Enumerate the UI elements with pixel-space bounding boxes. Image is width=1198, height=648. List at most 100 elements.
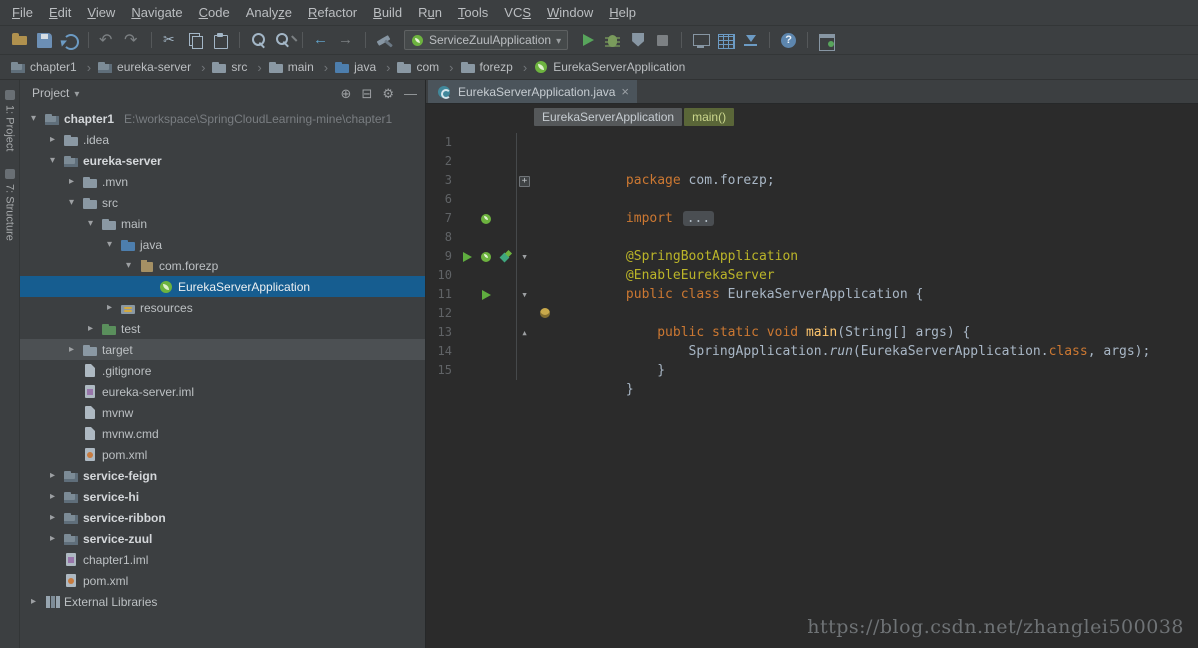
tool-button-project[interactable]: 1: Project — [4, 90, 16, 151]
menu-help[interactable]: Help — [601, 1, 644, 24]
path-src[interactable]: src — [211, 60, 267, 75]
code-area[interactable]: 1 package com.forezp; 2 — [426, 130, 1198, 648]
run-configuration-select[interactable]: ServiceZuulApplication — [404, 30, 568, 50]
tree-item-chapter1[interactable]: chapter1 E:\workspace\SpringCloudLearnin… — [20, 108, 425, 129]
path-com[interactable]: com — [396, 60, 459, 75]
line-number[interactable]: 13 — [426, 323, 456, 342]
project-structure-icon[interactable] — [815, 29, 838, 52]
hide-panel-icon[interactable]: — — [404, 87, 417, 100]
tree-item-com-forezp[interactable]: com.forezp — [20, 255, 425, 276]
menu-vcs[interactable]: VCS — [496, 1, 539, 24]
chevron-icon[interactable] — [65, 197, 78, 208]
chevron-icon[interactable] — [46, 491, 59, 502]
tree-item-eureka-server-iml[interactable]: eureka-server.iml — [20, 381, 425, 402]
line-number[interactable]: 8 — [426, 228, 456, 247]
menu-window[interactable]: Window — [539, 1, 601, 24]
chevron-icon[interactable] — [65, 344, 78, 355]
fold-marker[interactable] — [516, 361, 532, 380]
chevron-icon[interactable] — [65, 176, 78, 187]
path-forezp[interactable]: forezp — [460, 60, 534, 75]
tree-item-java[interactable]: java — [20, 234, 425, 255]
menu-code[interactable]: Code — [191, 1, 238, 24]
menu-tools[interactable]: Tools — [450, 1, 496, 24]
fold-marker[interactable] — [516, 304, 532, 323]
path-eureka-server-application[interactable]: EurekaServerApplication — [533, 60, 689, 74]
view-grid-icon[interactable] — [714, 29, 737, 52]
run-icon[interactable] — [461, 251, 473, 263]
tree-item-eureka-server-application[interactable]: EurekaServerApplication — [20, 276, 425, 297]
line-number[interactable]: 2 — [426, 152, 456, 171]
forward-icon[interactable] — [335, 29, 358, 52]
chevron-icon[interactable] — [103, 302, 116, 313]
run-with-coverage-icon[interactable] — [626, 29, 649, 52]
close-tab-icon[interactable] — [621, 85, 629, 98]
tree-item-external-libraries[interactable]: External Libraries — [20, 591, 425, 612]
line-number[interactable]: 11 — [426, 285, 456, 304]
back-icon[interactable] — [310, 29, 333, 52]
tree-item-gitignore[interactable]: .gitignore — [20, 360, 425, 381]
fold-marker[interactable] — [516, 190, 532, 209]
line-number[interactable]: 15 — [426, 361, 456, 380]
tree-item-root-pom-xml[interactable]: pom.xml — [20, 570, 425, 591]
tree-item-idea[interactable]: .idea — [20, 129, 425, 150]
line-number[interactable]: 6 — [426, 190, 456, 209]
find-icon[interactable] — [247, 29, 270, 52]
tree-item-target[interactable]: target — [20, 339, 425, 360]
tree-item-eureka-server[interactable]: eureka-server — [20, 150, 425, 171]
menu-run[interactable]: Run — [410, 1, 450, 24]
tree-item-service-ribbon[interactable]: service-ribbon — [20, 507, 425, 528]
chevron-icon[interactable] — [84, 323, 97, 334]
chevron-icon[interactable] — [27, 596, 40, 607]
menu-analyze[interactable]: Analyze — [238, 1, 300, 24]
spring-icon[interactable] — [480, 251, 492, 263]
fold-marker[interactable] — [516, 133, 532, 152]
debug-icon[interactable] — [601, 29, 624, 52]
paste-icon[interactable] — [209, 29, 232, 52]
line-number[interactable]: 7 — [426, 209, 456, 228]
restore-layout-icon[interactable] — [689, 29, 712, 52]
line-number[interactable]: 10 — [426, 266, 456, 285]
fold-marker[interactable] — [516, 323, 532, 342]
synchronize-icon[interactable] — [58, 29, 81, 52]
line-number[interactable]: 12 — [426, 304, 456, 323]
breadcrumb-class-chip[interactable]: EurekaServerApplication — [534, 108, 682, 126]
save-all-icon[interactable] — [33, 29, 56, 52]
chevron-icon[interactable] — [46, 155, 59, 166]
menu-refactor[interactable]: Refactor — [300, 1, 365, 24]
menu-navigate[interactable]: Navigate — [123, 1, 190, 24]
tree-item-mvn[interactable]: .mvn — [20, 171, 425, 192]
chevron-icon[interactable] — [27, 113, 40, 124]
fold-marker[interactable] — [516, 247, 532, 266]
tree-item-src[interactable]: src — [20, 192, 425, 213]
breadcrumb-method-chip[interactable]: main() — [684, 108, 734, 126]
fold-marker[interactable] — [516, 342, 532, 361]
menu-file[interactable]: File — [4, 1, 41, 24]
redo-icon[interactable] — [121, 29, 144, 52]
line-number[interactable]: 9 — [426, 247, 456, 266]
open-project-icon[interactable] — [8, 29, 31, 52]
replace-icon[interactable] — [272, 29, 295, 52]
fold-marker[interactable] — [516, 228, 532, 247]
tree-item-service-feign[interactable]: service-feign — [20, 465, 425, 486]
boot-icon[interactable] — [499, 251, 511, 263]
path-main[interactable]: main — [268, 60, 334, 75]
tree-item-chapter1-iml[interactable]: chapter1.iml — [20, 549, 425, 570]
tree-item-pom-xml[interactable]: pom.xml — [20, 444, 425, 465]
build-project-icon[interactable] — [373, 29, 396, 52]
path-java[interactable]: java — [334, 60, 396, 75]
path-eureka-server[interactable]: eureka-server — [97, 60, 211, 75]
menu-edit[interactable]: Edit — [41, 1, 79, 24]
help-icon[interactable] — [777, 29, 800, 52]
tree-item-main[interactable]: main — [20, 213, 425, 234]
chevron-icon[interactable] — [103, 239, 116, 250]
stop-icon[interactable] — [651, 29, 674, 52]
copy-icon[interactable] — [184, 29, 207, 52]
tree-item-service-hi[interactable]: service-hi — [20, 486, 425, 507]
tree-item-mvnw-cmd[interactable]: mvnw.cmd — [20, 423, 425, 444]
spring-icon[interactable] — [480, 213, 492, 225]
fold-marker[interactable] — [516, 266, 532, 285]
cut-icon[interactable] — [159, 29, 182, 52]
tree-item-mvnw[interactable]: mvnw — [20, 402, 425, 423]
update-project-icon[interactable] — [739, 29, 762, 52]
fold-marker[interactable] — [516, 152, 532, 171]
